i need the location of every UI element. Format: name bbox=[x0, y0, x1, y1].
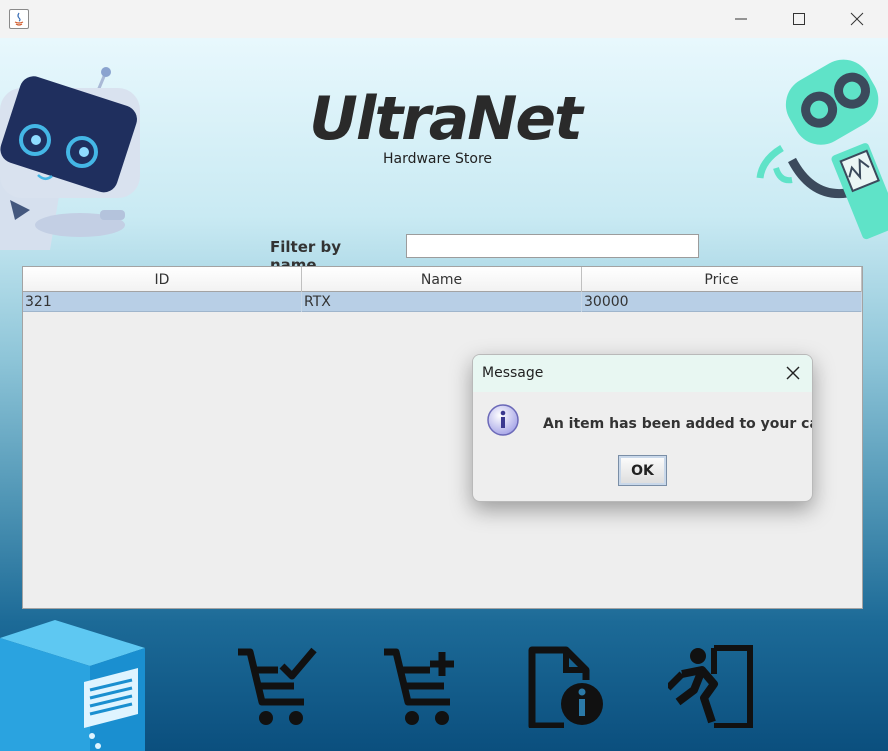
ok-button[interactable]: OK bbox=[618, 455, 667, 486]
table-row[interactable]: 321 RTX 30000 bbox=[23, 292, 862, 312]
server-icon bbox=[0, 620, 145, 751]
minimize-icon[interactable] bbox=[712, 0, 770, 38]
dialog-titlebar: Message bbox=[473, 355, 812, 392]
cart-check-icon[interactable] bbox=[234, 644, 320, 728]
filter-input[interactable] bbox=[406, 234, 699, 258]
maximize-icon[interactable] bbox=[770, 0, 828, 38]
file-info-icon[interactable] bbox=[524, 644, 610, 728]
column-header-price[interactable]: Price bbox=[582, 267, 862, 292]
info-icon bbox=[487, 404, 519, 436]
dialog-close-icon[interactable] bbox=[780, 362, 806, 384]
app-title: UltraNet bbox=[309, 84, 583, 154]
robot-right-icon bbox=[756, 59, 888, 240]
cell-name[interactable]: RTX bbox=[302, 292, 582, 312]
message-dialog: Message An item has been added to your c… bbox=[472, 354, 813, 502]
exit-icon[interactable] bbox=[668, 644, 754, 728]
cart-add-icon[interactable] bbox=[380, 644, 466, 728]
close-icon[interactable] bbox=[828, 0, 886, 38]
window-titlebar bbox=[0, 0, 888, 38]
cell-id[interactable]: 321 bbox=[23, 292, 302, 312]
dialog-title: Message bbox=[482, 365, 544, 381]
dialog-message: An item has been added to your cart! bbox=[543, 416, 813, 432]
java-app-icon bbox=[9, 9, 29, 29]
robot-left-icon bbox=[0, 67, 140, 250]
column-header-id[interactable]: ID bbox=[23, 267, 302, 292]
table-header: ID Name Price bbox=[23, 267, 862, 292]
app-subtitle: Hardware Store bbox=[382, 151, 493, 167]
cell-price[interactable]: 30000 bbox=[582, 292, 862, 312]
column-header-name[interactable]: Name bbox=[302, 267, 582, 292]
